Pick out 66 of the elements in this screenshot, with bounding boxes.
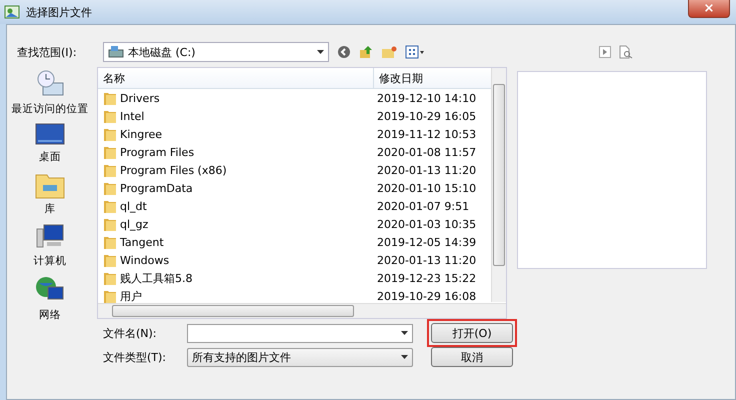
file-name-label: 文件名(N): <box>103 326 158 340</box>
date-cell-text: 2019-12-23 15:22 <box>376 272 476 284</box>
drive-icon <box>108 45 124 59</box>
column-header[interactable]: 名称 <box>98 68 374 88</box>
folder-icon <box>104 163 116 177</box>
date-cell-text: 2019-11-12 10:53 <box>376 128 476 140</box>
date-cell-text: 2019-10-29 16:05 <box>376 110 476 122</box>
folder-icon <box>104 199 116 213</box>
dropdown-arrow-icon <box>401 331 408 335</box>
folder-up-icon[interactable] <box>359 45 373 59</box>
new-folder-icon[interactable] <box>381 45 397 59</box>
place-item[interactable]: 网络 <box>35 275 65 322</box>
column-header[interactable]: 修改日期 <box>374 68 423 88</box>
folder-icon <box>104 109 116 123</box>
file-row-name[interactable]: ProgramData <box>98 181 373 195</box>
file-row-name[interactable]: ql_dt <box>98 199 373 213</box>
file-type-label: 文件类型(T): <box>103 350 168 364</box>
file-type-dropdown[interactable]: 所有支持的图片文件 <box>187 348 413 366</box>
place-item[interactable]: 计算机 <box>34 223 66 268</box>
look-in-dropdown[interactable]: 本地磁盘 (C:) <box>103 42 329 62</box>
file-row-name[interactable]: Windows <box>98 253 373 267</box>
place-item[interactable]: 库 <box>35 171 65 216</box>
window-title: 选择图片文件 <box>26 4 92 20</box>
open-button[interactable]: 打开(O) <box>431 323 513 343</box>
date-cell-text: 2020-01-10 15:10 <box>376 182 476 194</box>
folder-icon <box>104 253 116 267</box>
picture-icon <box>4 5 20 19</box>
date-cell-text: 2020-01-08 11:57 <box>376 146 476 158</box>
folder-icon <box>104 217 116 231</box>
file-row-name[interactable]: Program Files (x86) <box>98 163 373 177</box>
file-row-name[interactable]: ql_gz <box>98 217 373 231</box>
dropdown-arrow-icon <box>401 355 408 359</box>
date-cell-text: 2019-12-10 14:10 <box>376 92 476 104</box>
date-cell-text: 2020-01-13 11:20 <box>376 164 476 176</box>
view-menu-icon[interactable] <box>405 45 425 59</box>
date-cell-text: 2020-01-13 11:20 <box>376 254 476 266</box>
back-icon[interactable] <box>337 45 351 59</box>
look-in-label: 查找范围(I): <box>17 44 78 60</box>
file-row-name[interactable]: Tangent <box>98 235 373 249</box>
file-row-name[interactable]: Drivers <box>98 91 373 105</box>
file-row-name[interactable]: 用户 <box>98 288 373 304</box>
play-icon[interactable] <box>599 46 611 58</box>
date-cell-text: 2019-10-29 16:08 <box>376 290 476 302</box>
file-row-name[interactable]: Intel <box>98 109 373 123</box>
folder-icon <box>104 271 116 285</box>
place-item[interactable]: 桌面 <box>35 123 65 164</box>
folder-icon <box>104 127 116 141</box>
file-name-field[interactable] <box>187 324 413 342</box>
folder-icon <box>104 289 116 303</box>
folder-icon <box>104 235 116 249</box>
date-cell-text: 2019-12-05 14:39 <box>376 236 476 248</box>
folder-icon <box>104 91 116 105</box>
document-search-icon[interactable] <box>619 45 633 59</box>
date-cell-text: 2020-01-07 9:51 <box>376 200 470 212</box>
desktop-icon <box>35 123 65 147</box>
file-row-name[interactable]: Program Files <box>98 145 373 159</box>
horizontal-scrollbar[interactable] <box>98 303 506 318</box>
folder-icon <box>104 181 116 195</box>
folder-icon <box>104 145 116 159</box>
vertical-scrollbar[interactable] <box>491 68 506 302</box>
dropdown-arrow-icon <box>317 50 324 54</box>
date-cell-text: 2020-01-03 10:35 <box>376 218 476 230</box>
cancel-button[interactable]: 取消 <box>431 347 513 367</box>
file-row-name[interactable]: 贱人工具箱5.8 <box>98 270 373 286</box>
place-item[interactable]: 最近访问的位置 <box>12 69 88 116</box>
file-row-name[interactable]: Kingree <box>98 127 373 141</box>
